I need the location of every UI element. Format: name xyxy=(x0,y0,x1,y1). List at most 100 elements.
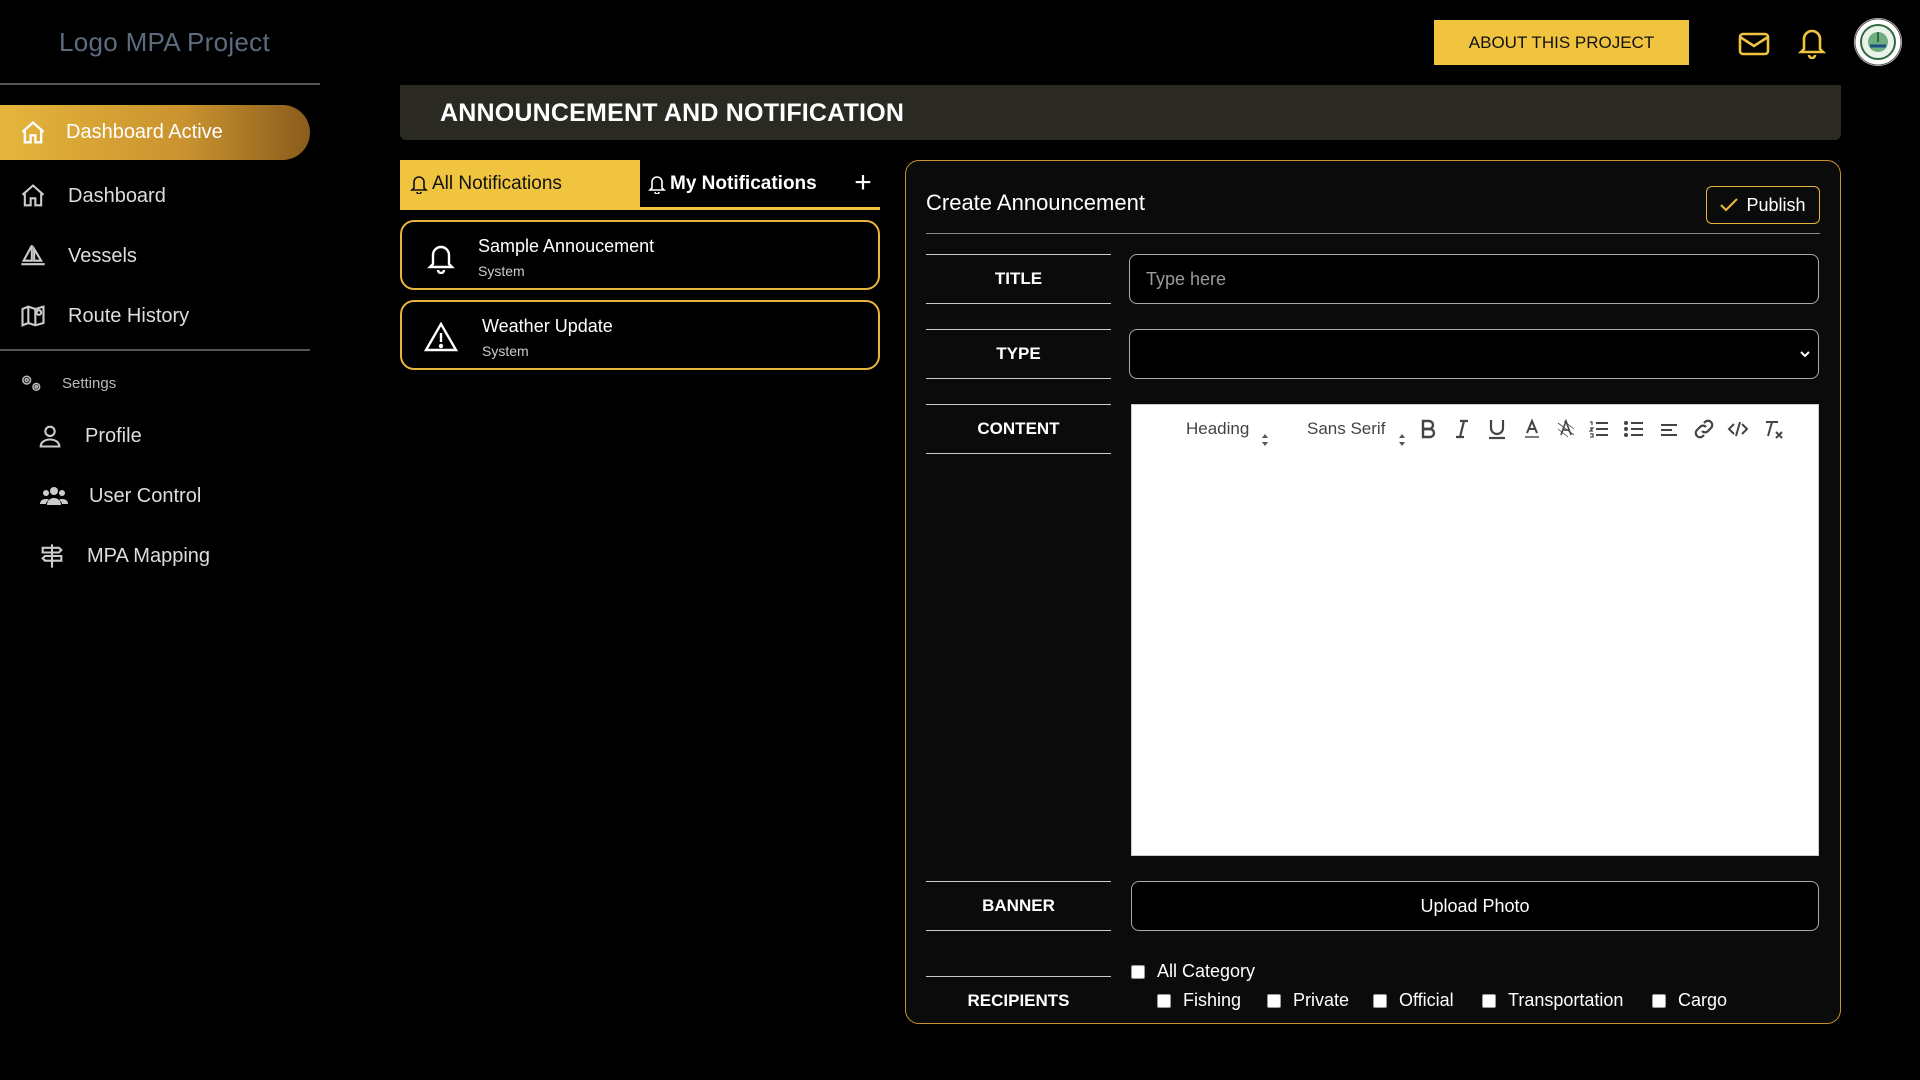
sidebar-item-dashboard[interactable]: Dashboard xyxy=(19,182,166,210)
notification-card[interactable]: Sample Annoucement System xyxy=(400,220,880,290)
notification-card[interactable]: Weather Update System xyxy=(400,300,880,370)
link-icon[interactable] xyxy=(1692,417,1716,441)
page-header: ANNOUNCEMENT AND NOTIFICATION xyxy=(400,85,1841,140)
home-icon xyxy=(21,184,45,207)
tab-all-notifications[interactable]: All Notifications xyxy=(400,160,640,207)
notification-tabs: All Notifications My Notifications + xyxy=(400,160,880,210)
recipients-label: RECIPIENTS xyxy=(926,976,1111,1023)
add-notification-button[interactable]: + xyxy=(848,168,878,198)
app-logo: Logo MPA Project xyxy=(59,27,270,57)
page-title: ANNOUNCEMENT AND NOTIFICATION xyxy=(440,99,905,127)
checkbox-private[interactable]: Private xyxy=(1267,990,1349,1011)
align-icon[interactable] xyxy=(1657,417,1681,441)
sidebar-item-label: MPA Mapping xyxy=(87,544,211,567)
chevron-down-icon xyxy=(1800,351,1810,358)
checkbox[interactable] xyxy=(1131,964,1145,979)
tab-my-notifications[interactable]: My Notifications xyxy=(648,160,848,207)
checkbox-fishing[interactable]: Fishing xyxy=(1157,990,1241,1011)
updown-icon xyxy=(1262,434,1268,446)
type-select[interactable] xyxy=(1129,329,1819,379)
sidebar-item-label: Dashboard Active xyxy=(66,121,223,143)
rich-text-editor[interactable]: Heading Sans Serif xyxy=(1131,404,1819,856)
notification-title: Weather Update xyxy=(482,316,613,336)
settings-label: Settings xyxy=(62,374,117,392)
title-input[interactable] xyxy=(1129,254,1819,304)
checkbox-all-category[interactable]: All Category xyxy=(1131,961,1255,982)
checkbox-label: Transportation xyxy=(1508,990,1624,1010)
background-color-icon[interactable] xyxy=(1554,417,1578,441)
ordered-list-icon[interactable] xyxy=(1587,417,1611,441)
banner-label: BANNER xyxy=(926,881,1111,931)
tab-label: All Notifications xyxy=(432,172,562,194)
sidebar-divider xyxy=(0,349,310,351)
users-icon xyxy=(40,487,68,505)
notification-title: Sample Annoucement xyxy=(478,236,655,256)
content-label: CONTENT xyxy=(926,404,1111,454)
checkbox-label: Cargo xyxy=(1678,990,1728,1010)
font-select[interactable]: Sans Serif xyxy=(1307,419,1385,439)
checkbox-label: Private xyxy=(1293,990,1350,1010)
notification-source: System xyxy=(478,263,525,279)
title-label: TITLE xyxy=(926,254,1111,304)
sidebar-divider xyxy=(0,83,320,85)
tab-label: My Notifications xyxy=(670,172,817,194)
checkbox-label: Official xyxy=(1399,990,1454,1010)
sidebar-item-label: User Control xyxy=(89,484,202,507)
sidebar-item-mpa-mapping[interactable]: MPA Mapping xyxy=(38,542,210,570)
italic-icon[interactable] xyxy=(1450,417,1474,441)
bell-icon xyxy=(648,175,666,194)
sidebar-item-label: Dashboard xyxy=(68,184,166,207)
home-icon xyxy=(21,120,45,143)
gears-icon xyxy=(22,375,41,391)
avatar[interactable] xyxy=(1854,18,1902,66)
warning-icon xyxy=(424,321,458,352)
bold-icon[interactable] xyxy=(1416,417,1440,441)
checkbox[interactable] xyxy=(1157,993,1171,1008)
type-label: TYPE xyxy=(926,329,1111,379)
bell-icon[interactable] xyxy=(1796,25,1828,59)
create-announcement-title: Create Announcement xyxy=(926,190,1145,215)
checkbox-cargo[interactable]: Cargo xyxy=(1652,990,1727,1011)
create-announcement-panel: Create Announcement Publish TITLE TYPE C… xyxy=(905,160,1841,1024)
updown-icon xyxy=(1399,434,1405,446)
heading-select[interactable]: Heading xyxy=(1186,419,1249,439)
sidebar-item-dashboard-active[interactable]: Dashboard Active xyxy=(0,105,310,160)
publish-label: Publish xyxy=(1746,194,1806,215)
checkbox-label: Fishing xyxy=(1183,990,1242,1010)
panel-divider xyxy=(926,233,1820,234)
checkbox[interactable] xyxy=(1267,993,1281,1008)
checkbox-transportation[interactable]: Transportation xyxy=(1482,990,1623,1011)
notification-source: System xyxy=(482,343,529,359)
about-project-button[interactable]: ABOUT THIS PROJECT xyxy=(1434,20,1689,65)
user-icon xyxy=(39,425,61,448)
sidebar-item-user-control[interactable]: User Control xyxy=(40,482,201,510)
text-color-icon[interactable] xyxy=(1520,417,1544,441)
mail-icon[interactable] xyxy=(1737,27,1771,61)
checkbox[interactable] xyxy=(1652,993,1666,1008)
signpost-icon xyxy=(41,544,63,568)
sidebar-item-label: Profile xyxy=(85,424,142,447)
sailboat-icon xyxy=(21,245,45,266)
upload-photo-button[interactable]: Upload Photo xyxy=(1131,881,1819,931)
publish-button[interactable]: Publish xyxy=(1706,186,1820,224)
sidebar-item-vessels[interactable]: Vessels xyxy=(19,242,137,270)
map-icon xyxy=(21,305,45,327)
underline-icon[interactable] xyxy=(1485,417,1509,441)
checkbox-official[interactable]: Official xyxy=(1373,990,1454,1011)
sidebar-item-route-history[interactable]: Route History xyxy=(19,302,189,330)
seal-icon xyxy=(1854,18,1902,66)
bullet-list-icon[interactable] xyxy=(1622,417,1646,441)
clear-format-icon[interactable] xyxy=(1761,417,1785,441)
checkbox[interactable] xyxy=(1482,993,1496,1008)
bell-icon xyxy=(427,245,455,274)
checkbox-label: All Category xyxy=(1157,961,1256,981)
checkbox[interactable] xyxy=(1373,993,1387,1008)
sidebar: Logo MPA Project Dashboard Active Dashbo… xyxy=(0,0,320,1080)
check-icon xyxy=(1720,198,1739,212)
settings-header: Settings xyxy=(19,372,116,394)
sidebar-item-profile[interactable]: Profile xyxy=(36,422,142,450)
bell-icon xyxy=(410,175,428,194)
code-icon[interactable] xyxy=(1726,417,1750,441)
sidebar-item-label: Vessels xyxy=(68,244,137,267)
sidebar-item-label: Route History xyxy=(68,304,190,327)
